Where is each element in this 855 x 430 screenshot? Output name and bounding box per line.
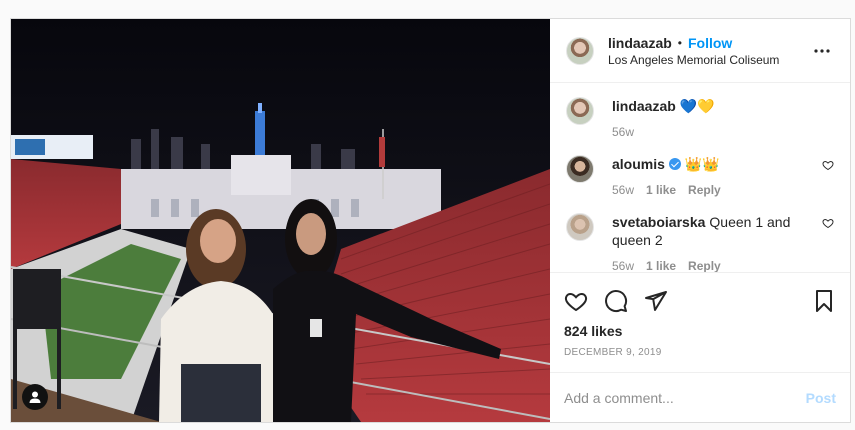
like-comment-heart-icon[interactable]: [822, 159, 834, 171]
comment-username[interactable]: lindaazab: [612, 98, 676, 114]
stadium-photo: [11, 19, 550, 422]
comment-bubble-icon[interactable]: [604, 289, 628, 313]
post-sidebar: lindaazab • Follow Los Angeles Memorial …: [550, 19, 850, 422]
separator-dot: •: [677, 35, 682, 50]
caption-avatar[interactable]: [566, 97, 594, 125]
comment-likes[interactable]: 1 like: [646, 183, 676, 197]
caption: lindaazab 💙💛 56w: [566, 97, 834, 139]
author-username[interactable]: lindaazab: [608, 35, 672, 51]
location-link[interactable]: Los Angeles Memorial Coliseum: [608, 53, 810, 67]
add-comment-input[interactable]: [564, 389, 806, 406]
user-icon: [29, 391, 41, 403]
post-card: lindaazab • Follow Los Angeles Memorial …: [10, 18, 851, 423]
header-text: lindaazab • Follow Los Angeles Memorial …: [608, 35, 810, 67]
share-send-icon[interactable]: [644, 289, 668, 313]
comment-time[interactable]: 56w: [612, 125, 634, 139]
verified-badge-icon: [668, 158, 681, 170]
like-comment-heart-icon[interactable]: [822, 217, 834, 229]
more-horizontal-icon: [814, 48, 830, 53]
comment-time[interactable]: 56w: [612, 259, 634, 272]
tagged-users-button[interactable]: [22, 384, 48, 410]
comment-time[interactable]: 56w: [612, 183, 634, 197]
post-photo[interactable]: [11, 19, 550, 422]
comment-username[interactable]: aloumis: [612, 156, 665, 172]
post-header: lindaazab • Follow Los Angeles Memorial …: [550, 19, 850, 83]
post-comment-button[interactable]: Post: [806, 390, 836, 406]
reply-button[interactable]: Reply: [688, 259, 721, 272]
add-comment-bar: Post: [550, 372, 850, 422]
author-avatar[interactable]: [566, 36, 594, 65]
comment-likes[interactable]: 1 like: [646, 259, 676, 272]
comment-item: aloumis 👑👑 56w 1 like Reply: [566, 155, 834, 197]
more-options-button[interactable]: [810, 39, 834, 63]
comments-list: lindaazab 💙💛 56w aloumis 👑👑 56w 1 like Rep…: [550, 83, 850, 272]
post-actions: 824 likes DECEMBER 9, 2019: [550, 272, 850, 358]
commenter-avatar[interactable]: [566, 213, 594, 241]
reply-button[interactable]: Reply: [688, 183, 721, 197]
like-heart-icon[interactable]: [564, 289, 588, 313]
comment-item: svetaboiarska Queen 1 and queen 2 56w 1 l…: [566, 213, 834, 272]
save-bookmark-icon[interactable]: [812, 289, 836, 313]
commenter-avatar[interactable]: [566, 155, 594, 183]
likes-count[interactable]: 824 likes: [564, 323, 836, 339]
post-date[interactable]: DECEMBER 9, 2019: [564, 347, 836, 358]
comment-text: 👑👑: [684, 156, 720, 172]
follow-button[interactable]: Follow: [688, 35, 732, 51]
comment-text: 💙💛: [679, 98, 715, 114]
comment-username[interactable]: svetaboiarska: [612, 214, 705, 230]
